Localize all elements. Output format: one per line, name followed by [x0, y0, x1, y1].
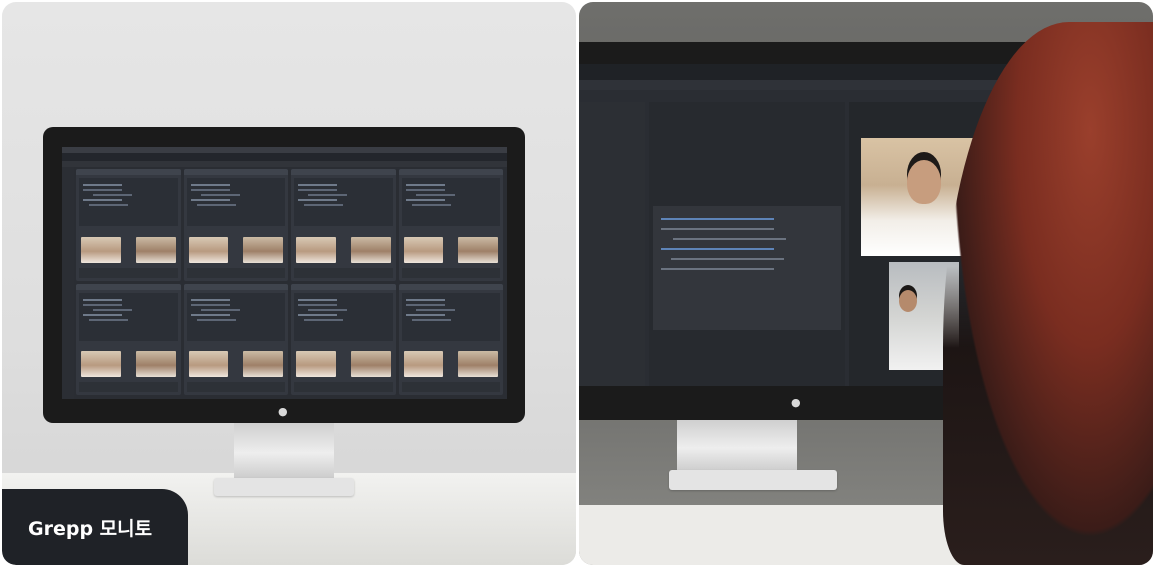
- monitoring-grid: [76, 169, 503, 395]
- apple-logo-icon: ●: [278, 405, 288, 418]
- screen-share-feed: [350, 236, 391, 263]
- monitor-foot: [214, 478, 354, 496]
- candidate-tile: [291, 169, 396, 281]
- screen-share-feed: [135, 351, 176, 377]
- candidate-tile: [398, 283, 503, 395]
- webcam-feed: [81, 351, 121, 377]
- product-label-text: Grepp 모니토: [28, 517, 153, 540]
- webcam-feed: [81, 236, 121, 263]
- side-dock: [62, 167, 74, 399]
- left-monitor: ●: [43, 127, 525, 423]
- webcam-feed: [403, 351, 444, 377]
- webcam-feed: [188, 351, 229, 377]
- apple-logo-icon: ●: [791, 396, 801, 409]
- candidate-tile: [398, 169, 503, 281]
- left-photo-panel: ● Grepp 모니토: [2, 2, 576, 565]
- monitor-stand: [234, 423, 334, 483]
- browser-top-bar: [579, 64, 1037, 80]
- webcam-feed: [403, 236, 444, 263]
- monitor-stand: [677, 420, 797, 476]
- webcam-feed: [296, 236, 336, 263]
- code-editor: [653, 206, 841, 330]
- candidate-tile: [183, 169, 288, 281]
- bookmark-bar: [62, 161, 507, 167]
- product-label-badge: Grepp 모니토: [2, 489, 188, 565]
- candidate-tile: [291, 283, 396, 395]
- address-bar: [579, 80, 1037, 90]
- screen-share-feed: [458, 236, 498, 263]
- left-monitor-screen: [62, 147, 507, 399]
- browser-tab-bar: [62, 153, 507, 161]
- screen-share-feed: [243, 351, 283, 377]
- candidate-tile: [76, 283, 181, 395]
- screen-share-feed: [458, 351, 498, 377]
- screen-share-feed: [350, 351, 391, 377]
- screen-share-feed: [135, 236, 176, 263]
- exam-sidebar: [579, 102, 645, 386]
- candidate-tile: [183, 283, 288, 395]
- right-photo-panel: ●: [579, 2, 1153, 565]
- candidate-tile: [76, 169, 181, 281]
- monitor-foot: [669, 470, 837, 490]
- webcam-feed: [296, 351, 336, 377]
- webcam-feed: [188, 236, 229, 263]
- screen-share-feed: [243, 236, 283, 263]
